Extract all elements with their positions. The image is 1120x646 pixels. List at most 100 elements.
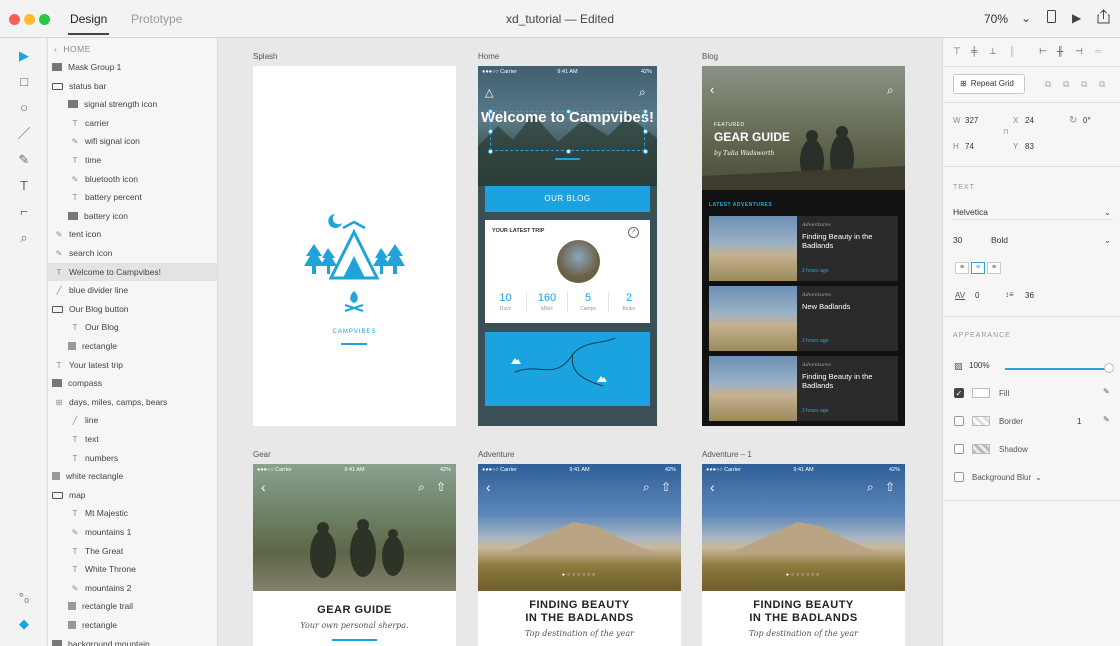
blog-card[interactable]: Adventures New Badlands 2 hours ago (709, 286, 898, 351)
resize-handle[interactable] (643, 109, 648, 114)
artboard-blog[interactable]: ‹ ⌕ FEATURED GEAR GUIDE by Tulia Wadswor… (702, 66, 905, 426)
distribute-horizontal-icon[interactable]: ═ (1095, 46, 1101, 56)
layer-item[interactable]: compass (48, 374, 217, 392)
search-icon[interactable]: ⌕ (867, 480, 874, 495)
artboard-gear[interactable]: ●●●○○ Carrier 9:41 AM 42% ‹ ⌕ ⇧ GEAR GUI… (253, 464, 456, 646)
layer-item[interactable]: status bar (48, 77, 217, 95)
zoom-tool-icon[interactable]: ⌕ (14, 228, 34, 248)
resize-handle[interactable] (643, 149, 648, 154)
select-tool-icon[interactable]: ▶ (14, 46, 34, 66)
border-width-field[interactable]: 1 (1077, 417, 1081, 426)
layer-item[interactable]: T White Throne (48, 560, 217, 578)
align-bottom-icon[interactable]: ⊥ (989, 46, 997, 57)
back-chevron-icon[interactable]: ‹ (710, 479, 715, 495)
text-align-left-icon[interactable]: ≡ (955, 262, 969, 274)
resize-handle[interactable] (488, 129, 493, 134)
layer-item[interactable]: rectangle (48, 616, 217, 634)
border-color-swatch[interactable] (972, 416, 990, 426)
layer-item[interactable]: white rectangle (48, 467, 217, 485)
symbols-icon[interactable]: °₀ (14, 588, 34, 608)
selection-bounding-box[interactable] (490, 111, 645, 151)
layer-item[interactable]: ⊞ days, miles, camps, bears (48, 393, 217, 411)
resize-handle[interactable] (566, 109, 571, 114)
layer-item[interactable]: Ttext (48, 430, 217, 448)
layer-item[interactable]: ✎ mountains 1 (48, 523, 217, 541)
layer-item[interactable]: T Welcome to Campvibes! (48, 262, 217, 281)
zoom-dropdown-chevron-icon[interactable]: ⌄ (1021, 11, 1031, 25)
artboard-splash[interactable]: CAMPVIBES (253, 66, 456, 426)
y-field[interactable]: 83 (1025, 142, 1034, 151)
line-tool-icon[interactable]: ／ (14, 124, 34, 144)
layers-breadcrumb[interactable]: ‹ HOME (48, 40, 217, 58)
our-blog-button[interactable]: OUR BLOG (485, 186, 650, 212)
rectangle-tool-icon[interactable]: □ (14, 72, 34, 92)
layer-item[interactable]: Tbattery percent (48, 188, 217, 206)
layer-item[interactable]: background mountain (48, 635, 217, 646)
layer-item[interactable]: ✎ bluetooth icon (48, 170, 217, 188)
share-icon[interactable] (1097, 9, 1110, 27)
opacity-value[interactable]: 100% (969, 361, 989, 370)
align-right-icon[interactable]: ⊣ (1075, 46, 1083, 57)
artboard-label-splash[interactable]: Splash (253, 52, 277, 61)
resize-handle[interactable] (488, 109, 493, 114)
artboard-home[interactable]: ●●●○○ Carrier 9:41 AM 42% △ ⌕ Welcome to… (478, 66, 657, 426)
opacity-slider-knob[interactable] (1104, 363, 1114, 373)
blog-card[interactable]: Adventures Finding Beauty in the Badland… (709, 216, 898, 281)
layer-item[interactable]: T Our Blog (48, 318, 217, 336)
artboard-label-home[interactable]: Home (478, 52, 499, 61)
back-chevron-icon[interactable]: ‹ (261, 479, 266, 495)
layer-item[interactable]: ╱ line (48, 411, 217, 429)
align-center-icon[interactable]: ╫ (1057, 46, 1063, 56)
layer-item[interactable]: map (48, 486, 217, 504)
layer-item[interactable]: T Mt Majestic (48, 504, 217, 522)
layer-item[interactable]: Ttime (48, 151, 217, 169)
layer-item[interactable]: ╱ blue divider line (48, 281, 217, 299)
rotation-field[interactable]: 0° (1083, 116, 1091, 125)
font-weight-select[interactable]: Bold (991, 232, 1008, 248)
boolean-add-icon[interactable]: ⧉ (1045, 79, 1051, 90)
shadow-checkbox[interactable] (954, 444, 964, 454)
ellipse-tool-icon[interactable]: ○ (14, 98, 34, 118)
layer-item[interactable]: rectangle (48, 337, 217, 355)
design-canvas[interactable]: Splash CAMPVIBES Home ●●●○○ Carrier 9:41… (218, 38, 942, 646)
artboard-label-gear[interactable]: Gear (253, 450, 271, 459)
resize-handle[interactable] (643, 129, 648, 134)
layer-item[interactable]: battery icon (48, 207, 217, 225)
layer-item[interactable]: ✎ tent icon (48, 225, 217, 243)
carousel-dots[interactable]: ●○○○○○○ (478, 572, 681, 578)
play-preview-icon[interactable]: ▶ (1072, 11, 1081, 25)
line-spacing-field[interactable]: 36 (1025, 291, 1034, 300)
artboard-tool-icon[interactable]: ⌐ (14, 202, 34, 222)
text-align-center-icon[interactable]: ≡ (971, 262, 985, 274)
search-icon[interactable]: ⌕ (887, 83, 894, 98)
artboard-label-adventure[interactable]: Adventure (478, 450, 514, 459)
artboard-adventure[interactable]: ●●●○○ Carrier 9:41 AM 42% ‹ ⌕ ⇧ ●○○○○○○ … (478, 464, 681, 646)
artboard-label-adventure-1[interactable]: Adventure – 1 (702, 450, 752, 459)
eyedropper-icon[interactable]: ✎ (1103, 415, 1110, 424)
boolean-exclude-icon[interactable]: ⧉ (1099, 79, 1105, 90)
resize-handle[interactable] (566, 149, 571, 154)
layer-item[interactable]: Mask Group 1 (48, 58, 217, 76)
search-icon[interactable]: ⌕ (639, 85, 646, 100)
layer-item[interactable]: rectangle trail (48, 597, 217, 615)
share-icon[interactable]: ⇧ (885, 480, 895, 494)
layers-icon[interactable]: ◆ (14, 614, 34, 634)
align-left-icon[interactable]: ⊢ (1039, 46, 1047, 57)
x-field[interactable]: 24 (1025, 116, 1034, 125)
pen-tool-icon[interactable]: ✎ (14, 150, 34, 170)
background-blur-checkbox[interactable] (954, 472, 964, 482)
height-field[interactable]: 74 (965, 142, 974, 151)
layer-item[interactable]: Tnumbers (48, 449, 217, 467)
character-spacing-field[interactable]: 0 (975, 291, 979, 300)
device-preview-icon[interactable] (1047, 10, 1056, 26)
text-tool-icon[interactable]: T (14, 176, 34, 196)
resize-handle[interactable] (488, 149, 493, 154)
layer-item[interactable]: T The Great (48, 542, 217, 560)
layer-item[interactable]: T Your latest trip (48, 356, 217, 374)
distribute-vertical-icon[interactable]: ║ (1009, 46, 1015, 56)
artboard-adventure-1[interactable]: ●●●○○ Carrier 9:41 AM 42% ‹ ⌕ ⇧ ●○○○○○○ … (702, 464, 905, 646)
zoom-level[interactable]: 70% (984, 12, 1008, 26)
fill-checkbox[interactable]: ✓ (954, 388, 964, 398)
boolean-intersect-icon[interactable]: ⧉ (1081, 79, 1087, 90)
fill-color-swatch[interactable] (972, 388, 990, 398)
